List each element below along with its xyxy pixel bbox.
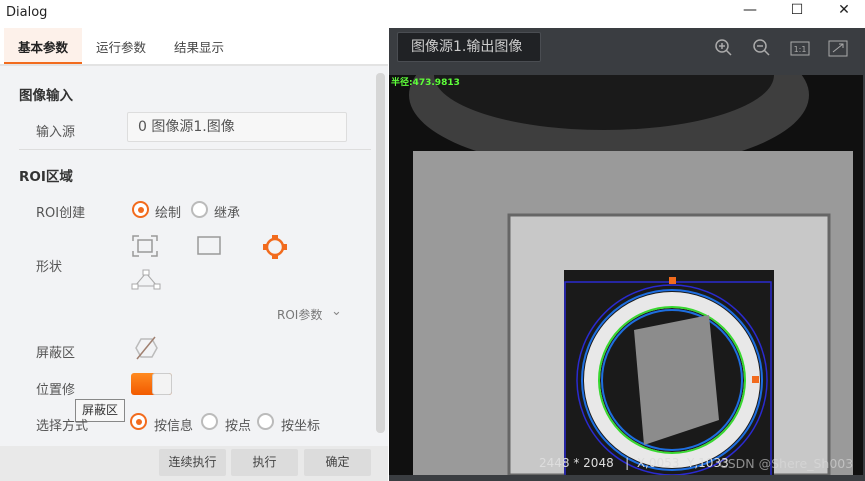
run-button[interactable]: 执行 — [231, 449, 298, 476]
maximize-button[interactable]: ☐ — [782, 2, 812, 22]
svg-text:1:1: 1:1 — [794, 45, 807, 54]
mask-area-icon[interactable] — [133, 335, 159, 361]
image-source-select[interactable]: 图像源1.输出图像 — [397, 32, 541, 62]
window-title: Dialog — [6, 5, 48, 20]
parameter-panel: 基本参数 运行参数 结果显示 图像输入 输入源 0 图像源1.图像 ROI区域 … — [0, 28, 388, 481]
tab-run-params[interactable]: 运行参数 — [84, 28, 158, 64]
divider — [19, 149, 371, 150]
scrollbar[interactable] — [376, 73, 385, 433]
zoom-in-icon[interactable] — [714, 38, 734, 58]
radio-by-info-label: 按信息 — [154, 419, 194, 434]
roi-create-label: ROI创建 — [36, 206, 86, 221]
radio-inherit[interactable] — [191, 201, 208, 218]
radio-by-point[interactable] — [201, 413, 218, 430]
actual-size-icon[interactable]: 1:1 — [790, 38, 810, 58]
shape-label: 形状 — [36, 260, 63, 275]
radio-inherit-label: 继承 — [214, 206, 241, 221]
fullscreen-roi-icon[interactable] — [131, 234, 159, 258]
watermark: CSDN @Shere_Sh003 — [719, 456, 854, 471]
image-viewer: 图像源1.输出图像 1:1 半径:473.9813 2448 * 2048 | … — [389, 28, 865, 481]
continuous-run-button[interactable]: 连续执行 — [159, 449, 226, 476]
position-correction-label: 位置修 — [36, 383, 76, 398]
toggle-knob — [152, 373, 172, 395]
title-bar: Dialog — ☐ ✕ — [0, 0, 865, 28]
radius-readout: 半径:473.9813 — [391, 76, 460, 88]
roi-params-toggle[interactable]: ROI参数 — [277, 306, 322, 323]
radio-by-coord-label: 按坐标 — [281, 419, 321, 434]
mask-label: 屏蔽区 — [36, 346, 76, 361]
polygon-roi-icon[interactable] — [131, 269, 161, 291]
tab-basic-params[interactable]: 基本参数 — [4, 28, 82, 64]
roi-heading: ROI区域 — [19, 169, 73, 185]
radio-by-coord[interactable] — [257, 413, 274, 430]
inspection-image[interactable]: 半径:473.9813 — [389, 75, 863, 475]
source-select[interactable]: 0 图像源1.图像 — [127, 112, 347, 142]
annulus-roi-icon[interactable] — [261, 233, 289, 261]
ok-button[interactable]: 确定 — [304, 449, 371, 476]
tab-result-display[interactable]: 结果显示 — [162, 28, 236, 64]
radio-by-point-label: 按点 — [225, 419, 252, 434]
chevron-down-icon[interactable]: ⌄ — [331, 304, 342, 319]
radio-by-info[interactable] — [130, 413, 147, 430]
tab-bar: 基本参数 运行参数 结果显示 — [0, 28, 388, 66]
select-method-label: 选择方式 — [36, 419, 89, 434]
close-button[interactable]: ✕ — [829, 2, 859, 22]
fit-window-icon[interactable] — [828, 38, 848, 58]
image-input-heading: 图像输入 — [19, 88, 73, 104]
radio-draw[interactable] — [132, 201, 149, 218]
minimize-button[interactable]: — — [735, 2, 765, 22]
radio-draw-label: 绘制 — [155, 206, 182, 221]
footer: 连续执行 执行 确定 — [0, 446, 388, 481]
source-label: 输入源 — [36, 125, 76, 140]
status-bar: 2448 * 2048 | X,0053 Y,1033 — [539, 456, 729, 470]
position-correction-toggle[interactable] — [131, 373, 172, 395]
rectangle-roi-icon[interactable] — [197, 235, 223, 257]
zoom-out-icon[interactable] — [752, 38, 772, 58]
